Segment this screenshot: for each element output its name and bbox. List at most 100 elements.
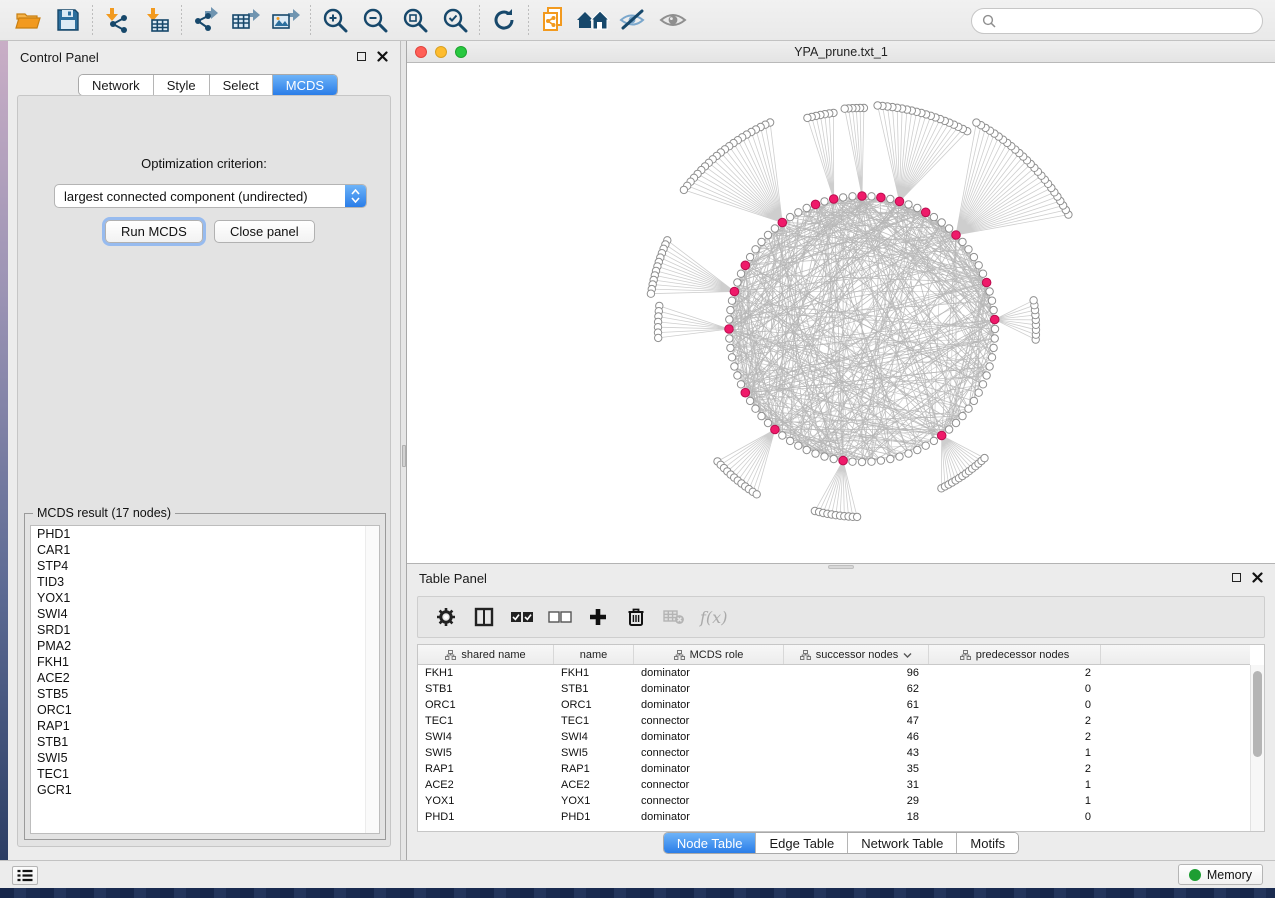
close-panel-button[interactable]: Close panel xyxy=(214,220,315,243)
float-table-panel-icon[interactable] xyxy=(1232,573,1241,582)
tab-style[interactable]: Style xyxy=(154,75,210,95)
table-scrollbar-thumb[interactable] xyxy=(1253,671,1262,757)
mcds-result-item[interactable]: SWI4 xyxy=(31,606,379,622)
splitter-handle[interactable] xyxy=(402,445,406,467)
mcds-result-item[interactable]: CAR1 xyxy=(31,542,379,558)
tab-motifs[interactable]: Motifs xyxy=(957,833,1018,853)
table-row[interactable]: YOX1YOX1connector291 xyxy=(418,793,1250,809)
mcds-result-item[interactable]: PMA2 xyxy=(31,638,379,654)
cell-mcds_role: dominator xyxy=(634,731,784,743)
search-field[interactable] xyxy=(971,8,1263,34)
zoom-in-button[interactable] xyxy=(315,3,355,37)
criterion-dropdown[interactable]: largest connected component (undirected) xyxy=(54,184,367,208)
home-view-button[interactable] xyxy=(573,3,613,37)
column-header-MCDS-role[interactable]: MCDS role xyxy=(634,645,784,664)
mcds-result-item[interactable]: GCR1 xyxy=(31,782,379,798)
table-settings-button[interactable] xyxy=(434,603,458,631)
table-row[interactable]: RAP1RAP1dominator352 xyxy=(418,761,1250,777)
zoom-out-button[interactable] xyxy=(355,3,395,37)
tab-edge-table[interactable]: Edge Table xyxy=(756,833,848,853)
node-table-rows: FKH1FKH1dominator962STB1STB1dominator620… xyxy=(418,665,1250,831)
column-header-predecessor-nodes[interactable]: predecessor nodes xyxy=(929,645,1101,664)
mcds-result-list[interactable]: PHD1CAR1STP4TID3YOX1SWI4SRD1PMA2FKH1ACE2… xyxy=(30,525,380,834)
mcds-result-item[interactable]: STB1 xyxy=(31,734,379,750)
import-network-button[interactable] xyxy=(97,3,137,37)
table-row[interactable]: ORC1ORC1dominator610 xyxy=(418,697,1250,713)
zoom-selected-icon xyxy=(442,7,468,33)
table-scrollbar[interactable] xyxy=(1250,665,1264,831)
mcds-result-item[interactable]: STB5 xyxy=(31,686,379,702)
cell-mcds_role: connector xyxy=(634,779,784,791)
mcds-result-item[interactable]: TEC1 xyxy=(31,766,379,782)
close-table-panel-icon[interactable] xyxy=(1252,572,1263,583)
table-row[interactable]: STB1STB1dominator620 xyxy=(418,681,1250,697)
show-columns-button[interactable] xyxy=(472,603,496,631)
tab-network[interactable]: Network xyxy=(79,75,154,95)
zoom-fit-button[interactable] xyxy=(395,3,435,37)
float-panel-icon[interactable] xyxy=(357,52,366,61)
export-table-button[interactable] xyxy=(226,3,266,37)
cell-successor_nodes: 18 xyxy=(784,811,929,823)
column-header-name[interactable]: name xyxy=(554,645,634,664)
show-eye-icon xyxy=(658,9,688,31)
tab-network-table[interactable]: Network Table xyxy=(848,833,957,853)
mcds-result-item[interactable]: STP4 xyxy=(31,558,379,574)
save-session-button[interactable] xyxy=(48,3,88,37)
list-icon xyxy=(17,869,33,882)
deselect-all-rows-button[interactable] xyxy=(548,603,572,631)
toolbar-separator xyxy=(310,5,311,35)
network-canvas[interactable] xyxy=(407,63,1275,563)
table-row[interactable]: ACE2ACE2connector311 xyxy=(418,777,1250,793)
import-table-button[interactable] xyxy=(137,3,177,37)
mcds-result-item[interactable]: SWI5 xyxy=(31,750,379,766)
column-header-shared-name[interactable]: shared name xyxy=(418,645,554,664)
table-row[interactable]: SWI4SWI4dominator462 xyxy=(418,729,1250,745)
vertical-splitter[interactable] xyxy=(400,41,407,860)
tab-mcds[interactable]: MCDS xyxy=(273,75,337,95)
table-row[interactable]: SWI5SWI5connector431 xyxy=(418,745,1250,761)
zoom-fit-icon xyxy=(402,7,428,33)
toolbar-separator xyxy=(528,5,529,35)
add-column-button[interactable] xyxy=(586,603,610,631)
cell-shared_name: PHD1 xyxy=(418,811,554,823)
table-row[interactable]: FKH1FKH1dominator962 xyxy=(418,665,1250,681)
export-network-button[interactable] xyxy=(186,3,226,37)
export-image-button[interactable] xyxy=(266,3,306,37)
mcds-result-item[interactable]: RAP1 xyxy=(31,718,379,734)
tab-select[interactable]: Select xyxy=(210,75,273,95)
task-history-button[interactable] xyxy=(12,866,38,885)
hide-selected-button[interactable] xyxy=(613,3,653,37)
cell-successor_nodes: 43 xyxy=(784,747,929,759)
mcds-result-item[interactable]: TID3 xyxy=(31,574,379,590)
duplicate-network-button[interactable] xyxy=(533,3,573,37)
mcds-result-item[interactable]: YOX1 xyxy=(31,590,379,606)
table-row[interactable]: TEC1TEC1connector472 xyxy=(418,713,1250,729)
select-all-rows-button[interactable] xyxy=(510,603,534,631)
close-panel-icon[interactable] xyxy=(377,51,388,62)
mcds-result-item[interactable]: FKH1 xyxy=(31,654,379,670)
memory-button[interactable]: Memory xyxy=(1178,864,1263,885)
column-header-label: predecessor nodes xyxy=(976,649,1070,661)
cell-successor_nodes: 35 xyxy=(784,763,929,775)
mcds-result-item[interactable]: ORC1 xyxy=(31,702,379,718)
mcds-result-item[interactable]: SRD1 xyxy=(31,622,379,638)
cell-mcds_role: connector xyxy=(634,795,784,807)
table-panel-grab-handle[interactable] xyxy=(828,565,854,569)
show-all-button[interactable] xyxy=(653,3,693,37)
open-file-button[interactable] xyxy=(8,3,48,37)
tab-node-table[interactable]: Node Table xyxy=(664,833,757,853)
refresh-layout-button[interactable] xyxy=(484,3,524,37)
mcds-list-scrollbar[interactable] xyxy=(365,526,379,833)
run-mcds-button[interactable]: Run MCDS xyxy=(105,220,203,243)
mcds-result-item[interactable]: ACE2 xyxy=(31,670,379,686)
zoom-selected-button[interactable] xyxy=(435,3,475,37)
search-input[interactable] xyxy=(996,14,1252,28)
delete-column-button[interactable] xyxy=(624,603,648,631)
mcds-result-item[interactable]: PHD1 xyxy=(31,526,379,542)
node-table: shared namenameMCDS rolesuccessor nodes p… xyxy=(417,644,1265,832)
column-header-successor-nodes[interactable]: successor nodes xyxy=(784,645,929,664)
criterion-dropdown-value: largest connected component (undirected) xyxy=(55,189,345,204)
network-window-titlebar[interactable]: YPA_prune.txt_1 xyxy=(407,41,1275,63)
cell-mcds_role: dominator xyxy=(634,811,784,823)
table-row[interactable]: PHD1PHD1dominator180 xyxy=(418,809,1250,825)
